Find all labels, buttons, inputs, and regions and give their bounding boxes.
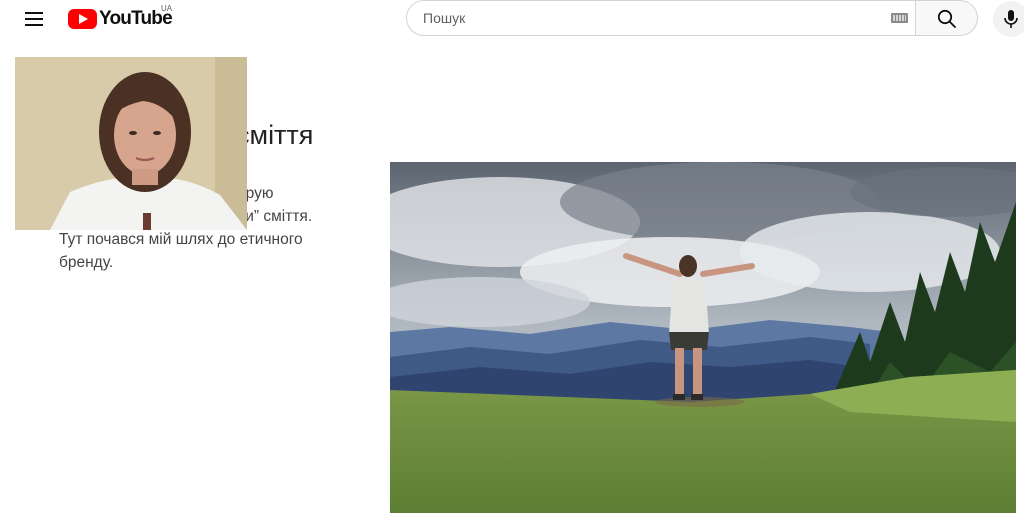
youtube-logo[interactable]: YouTube [68, 6, 173, 32]
search-input[interactable] [423, 1, 863, 35]
masthead: YouTube UA [0, 0, 1024, 38]
search-button[interactable] [916, 0, 978, 36]
mountain-photo [390, 162, 1016, 513]
slide-title: сміття [236, 120, 314, 150]
search-icon [937, 9, 956, 28]
presenter-webcam [15, 57, 247, 230]
voice-search-button[interactable] [993, 1, 1024, 37]
body-line: бренду. [59, 254, 114, 271]
body-line: Тут почався мій шлях до етичного [59, 231, 303, 248]
hamburger-menu-icon[interactable] [20, 6, 48, 32]
keyboard-icon[interactable] [891, 13, 908, 23]
region-code: UA [161, 4, 173, 13]
microphone-icon [1004, 10, 1018, 28]
youtube-play-icon [68, 9, 97, 29]
search-box [406, 0, 916, 36]
